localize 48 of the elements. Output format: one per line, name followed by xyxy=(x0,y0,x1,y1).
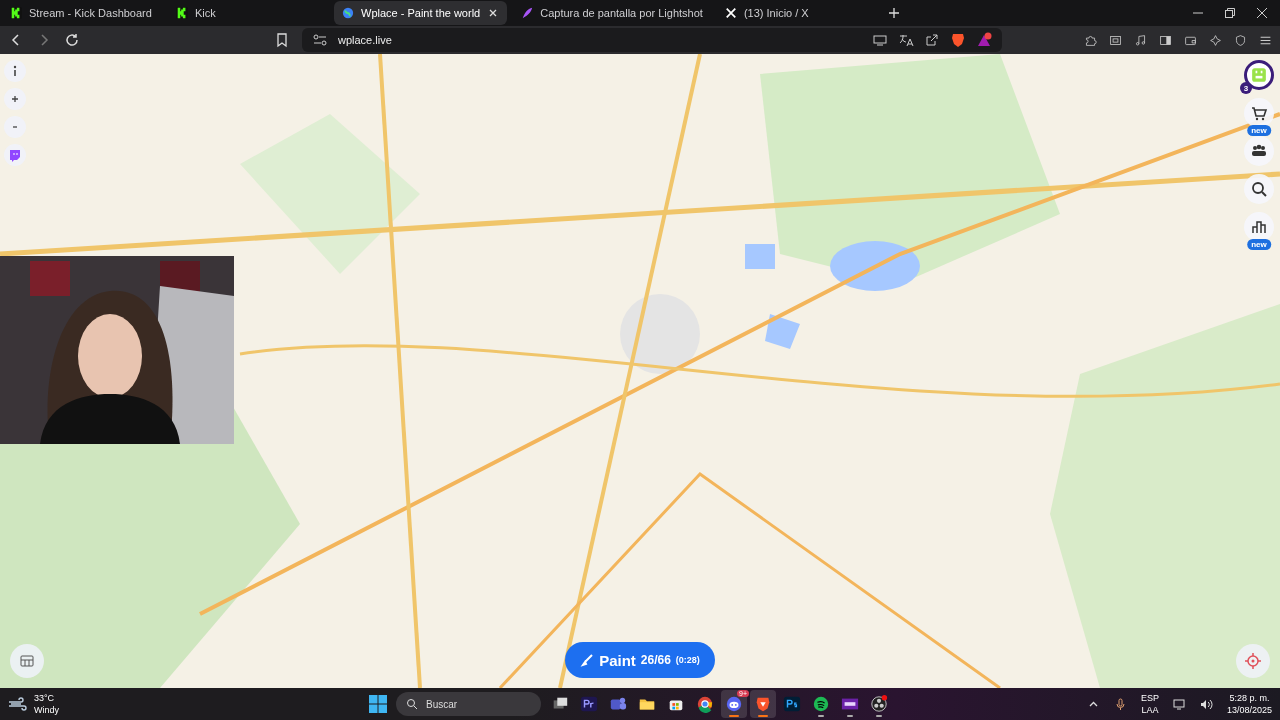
discord-icon xyxy=(725,695,743,713)
search-icon xyxy=(406,698,418,710)
browser-tab[interactable]: Wplace - Paint the world xyxy=(334,1,508,25)
wind-icon xyxy=(8,696,28,712)
globe-icon xyxy=(342,7,354,19)
x-logo-icon xyxy=(724,7,737,19)
photoshop-icon xyxy=(783,695,801,713)
kick-logo-icon xyxy=(176,7,188,19)
bookmark-icon[interactable] xyxy=(274,32,290,48)
clock-time[interactable]: 5:28 p. m. xyxy=(1229,692,1270,704)
kick-logo-icon xyxy=(10,7,22,19)
plus-icon[interactable] xyxy=(886,6,901,20)
keyboard-layout[interactable]: LAA xyxy=(1141,704,1159,716)
cast-icon[interactable] xyxy=(872,32,888,48)
browser-tab[interactable]: (13) Inicio / X xyxy=(716,1,877,25)
browser-tab[interactable]: Captura de pantalla por Lightshot xyxy=(513,1,711,25)
weather-condition: Windy xyxy=(34,704,59,716)
clock-date[interactable]: 13/08/2025 xyxy=(1226,704,1272,716)
share-icon[interactable] xyxy=(924,32,940,48)
close-icon[interactable] xyxy=(1256,7,1268,19)
feather-icon xyxy=(521,7,534,19)
screenshot-icon[interactable] xyxy=(1109,33,1122,47)
site-settings-icon[interactable] xyxy=(312,32,328,48)
translate-icon[interactable] xyxy=(898,32,914,48)
temperature: 33°C xyxy=(34,692,56,704)
chrome-icon xyxy=(696,695,714,713)
browser-tab[interactable]: Stream - Kick Dashboard xyxy=(2,1,162,25)
language-code[interactable]: ESP xyxy=(1140,692,1159,704)
microphone-icon[interactable] xyxy=(1113,697,1127,711)
browser-tab[interactable]: Kick xyxy=(168,1,328,25)
spotify-icon xyxy=(812,695,830,713)
triangle-alert-icon[interactable] xyxy=(976,32,992,48)
restore-icon[interactable] xyxy=(1224,7,1236,19)
sidebar-icon[interactable] xyxy=(1159,33,1172,47)
search-field[interactable]: Buscar xyxy=(396,692,541,716)
sparkle-icon[interactable] xyxy=(1209,33,1222,47)
network-icon[interactable] xyxy=(1172,697,1186,711)
taskbar-app[interactable] xyxy=(750,690,776,718)
address-bar[interactable]: wplace.live xyxy=(302,28,1002,52)
speaker-icon[interactable] xyxy=(1199,697,1213,711)
windows-logo-icon[interactable] xyxy=(368,694,388,714)
brave-icon xyxy=(754,695,772,713)
reload-icon[interactable] xyxy=(64,32,80,48)
puzzle-icon[interactable] xyxy=(1084,33,1097,47)
music-note-icon[interactable] xyxy=(1134,33,1147,47)
premiere-icon xyxy=(580,695,598,713)
shield-icon[interactable] xyxy=(1234,33,1247,47)
obs-icon xyxy=(870,695,888,713)
